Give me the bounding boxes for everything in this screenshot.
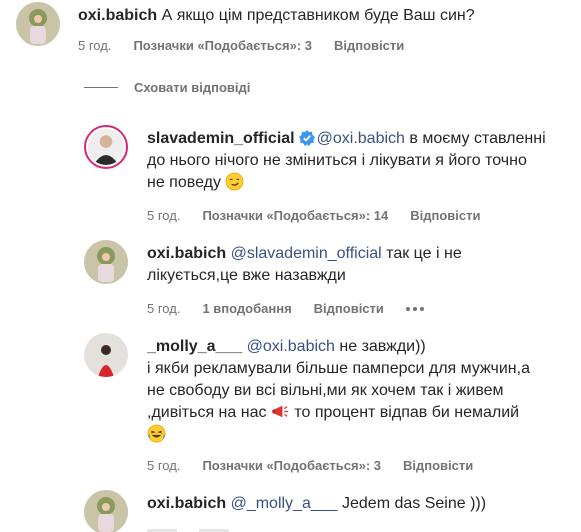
reply-body-line3: не поведу <box>147 174 221 191</box>
reply-button[interactable]: Відповісти <box>314 301 384 316</box>
reply-text: slavademin_official @oxi.babich в моєму с… <box>147 128 546 194</box>
comment-time[interactable]: 5 год. <box>78 38 111 53</box>
reply-body-line2: лікується,це вже назавжди <box>147 267 346 284</box>
reply-body-line4a: ,дивіться на нас <box>147 404 271 421</box>
reply-button[interactable]: Відповісти <box>410 208 480 223</box>
laughing-emoji-icon <box>147 424 166 443</box>
comment-likes[interactable]: Позначки «Подобається»: 3 <box>133 38 312 53</box>
divider-line <box>84 87 118 88</box>
reply-username[interactable]: oxi.babich <box>147 495 226 512</box>
reply-text: oxi.babich @slavademin_official так це і… <box>147 243 462 287</box>
reply-meta: 5 год. 1 вподобання Відповісти <box>147 301 446 316</box>
reply-likes[interactable]: 1 вподобання <box>202 301 291 316</box>
reply-body-line1: в моєму ставленні <box>404 130 546 147</box>
reply-username[interactable]: _molly_a___ <box>147 338 242 355</box>
reply-text: oxi.babich @_molly_a___ Jedem das Seine … <box>147 493 486 515</box>
reply-meta-clipped <box>147 526 247 532</box>
megaphone-emoji-icon <box>272 405 289 418</box>
reply-mention[interactable]: @oxi.babich <box>247 338 335 355</box>
reply-username[interactable]: oxi.babich <box>147 245 226 262</box>
avatar-slavademin-official[interactable] <box>84 125 128 169</box>
reply-button[interactable]: Відповісти <box>403 458 473 473</box>
avatar-oxi-babich[interactable] <box>84 490 128 532</box>
avatar-molly-a[interactable] <box>84 333 128 377</box>
reply-mention[interactable]: @slavademin_official <box>231 245 382 262</box>
reply-body-line1: Jedem das Seine ))) <box>337 495 487 512</box>
reply-body-line3: не свободу ви всі вільні,ми як хочем так… <box>147 382 504 399</box>
reply-body-line1: не завжди)) <box>334 338 426 355</box>
reply-time[interactable]: 5 год. <box>147 301 180 316</box>
avatar-oxi-babich[interactable] <box>16 2 60 46</box>
reply-likes[interactable]: Позначки «Подобається»: 14 <box>202 208 388 223</box>
reply-body-line2: до нього нічого не зміниться і лікувати … <box>147 152 527 169</box>
reply-meta: 5 год. Позначки «Подобається»: 3 Відпові… <box>147 458 495 473</box>
reply-body-line1: так це і не <box>381 245 462 262</box>
reply-text: _molly_a___ @oxi.babich не завжди)) і як… <box>147 336 530 446</box>
comment-username[interactable]: oxi.babich <box>78 7 157 24</box>
comment-text: oxi.babich А якщо цім представником буде… <box>78 5 475 27</box>
smirk-emoji-icon <box>225 172 244 191</box>
reply-username[interactable]: slavademin_official <box>147 130 295 147</box>
avatar-oxi-babich[interactable] <box>84 240 128 284</box>
comment-body: А якщо цім представником буде Ваш син? <box>161 7 475 24</box>
reply-body-line2: і якби рекламували більше памперси для м… <box>147 360 530 377</box>
reply-meta: 5 год. Позначки «Подобається»: 14 Відпов… <box>147 208 502 223</box>
hide-replies-label: Сховати відповіді <box>134 80 251 95</box>
reply-time[interactable]: 5 год. <box>147 208 180 223</box>
reply-likes[interactable]: Позначки «Подобається»: 3 <box>202 458 381 473</box>
verified-badge-icon <box>298 130 315 146</box>
reply-time[interactable]: 5 год. <box>147 458 180 473</box>
more-options-icon[interactable] <box>405 306 424 311</box>
reply-body-line4b: то процент відпав би немалий <box>289 404 520 421</box>
hide-replies-button[interactable]: Сховати відповіді <box>84 80 250 95</box>
reply-mention[interactable]: @oxi.babich <box>317 130 405 147</box>
comment-meta: 5 год. Позначки «Подобається»: 3 Відпові… <box>78 38 426 53</box>
reply-button[interactable]: Відповісти <box>334 38 404 53</box>
comments-thread: oxi.babich А якщо цім представником буде… <box>0 0 581 532</box>
reply-mention[interactable]: @_molly_a___ <box>231 495 338 512</box>
